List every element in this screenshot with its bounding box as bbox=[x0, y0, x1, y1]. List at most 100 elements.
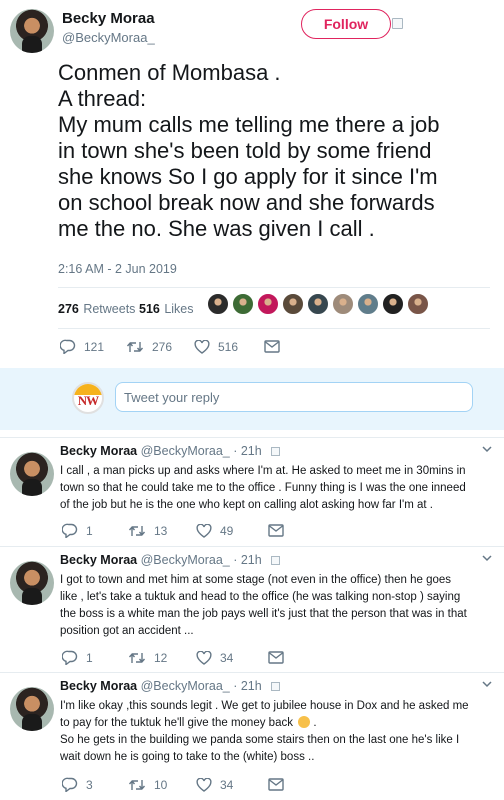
reply-text-line: I call , a man picks up and asks where I… bbox=[60, 465, 466, 477]
liker-avatar[interactable] bbox=[232, 293, 254, 315]
avatar[interactable] bbox=[10, 687, 54, 731]
envelope-icon bbox=[268, 651, 284, 664]
liker-avatar[interactable] bbox=[407, 293, 429, 315]
author-handle[interactable]: @BeckyMoraa_ bbox=[62, 30, 155, 45]
liker-avatar[interactable] bbox=[282, 293, 304, 315]
chevron-down-icon[interactable] bbox=[482, 555, 492, 562]
tweet-text-line: in town she's been told by some friend bbox=[58, 138, 432, 163]
divider bbox=[58, 287, 490, 288]
avatar[interactable] bbox=[10, 452, 54, 496]
envelope-icon bbox=[264, 340, 280, 353]
reply-text-line: I'm like okay ,this sounds legit . We ge… bbox=[60, 700, 469, 712]
reply-text-line: So he gets in the building we panda some… bbox=[60, 734, 460, 746]
retweet-count: 13 bbox=[154, 523, 168, 538]
reply-actions: 3 10 34 bbox=[62, 777, 284, 792]
likes-label: Likes bbox=[164, 302, 194, 316]
likes-count: 516 bbox=[139, 302, 160, 316]
liker-avatar[interactable] bbox=[307, 293, 329, 315]
like-action[interactable]: 34 bbox=[196, 777, 268, 792]
reply-header: Becky Moraa @BeckyMoraa_ · 21h bbox=[60, 679, 281, 693]
tweet-text-line: Conmen of Mombasa . bbox=[58, 60, 281, 85]
message-action[interactable] bbox=[268, 651, 284, 664]
reply-text-line: town so that he could take me to the off… bbox=[60, 482, 466, 494]
reply-text-segment: . bbox=[310, 717, 317, 729]
reply-icon bbox=[62, 650, 78, 665]
retweet-action[interactable]: 276 bbox=[126, 340, 194, 354]
tweet-text-line: she knows So I go apply for it since I'm bbox=[58, 164, 438, 189]
reply-action[interactable]: 1 bbox=[62, 523, 128, 538]
envelope-icon bbox=[268, 524, 284, 537]
reply-author-handle[interactable]: @BeckyMoraa_ bbox=[141, 679, 230, 693]
retweet-count: 10 bbox=[154, 777, 168, 792]
reply-action[interactable]: 121 bbox=[60, 339, 126, 354]
reply-composer: NW Tweet your reply bbox=[0, 368, 504, 430]
chevron-down-icon[interactable] bbox=[482, 446, 492, 453]
chevron-down-icon[interactable] bbox=[482, 681, 492, 688]
retweet-action[interactable]: 13 bbox=[128, 524, 196, 538]
reply-icon bbox=[62, 777, 78, 792]
reply-header: Becky Moraa @BeckyMoraa_ · 21h bbox=[60, 553, 281, 567]
reply-text: I'm like okay ,this sounds legit . We ge… bbox=[60, 698, 492, 766]
heart-icon bbox=[196, 523, 212, 538]
likes-stat[interactable]: 516 Likes bbox=[139, 300, 194, 318]
thread-reply[interactable]: Becky Moraa @BeckyMoraa_ · 21h I call , … bbox=[0, 438, 504, 547]
reply-author-name[interactable]: Becky Moraa bbox=[60, 553, 137, 567]
heart-icon bbox=[194, 339, 210, 354]
reply-count: 1 bbox=[86, 523, 93, 538]
logo-text: NW bbox=[77, 393, 99, 408]
reply-text: I call , a man picks up and asks where I… bbox=[60, 463, 492, 514]
avatar[interactable] bbox=[10, 9, 54, 53]
reply-author-handle[interactable]: @BeckyMoraa_ bbox=[141, 444, 230, 458]
heart-icon bbox=[196, 777, 212, 792]
retweet-icon bbox=[128, 652, 146, 663]
retweet-action[interactable]: 12 bbox=[128, 651, 196, 665]
more-options-icon[interactable] bbox=[392, 18, 403, 29]
reply-author-handle[interactable]: @BeckyMoraa_ bbox=[141, 553, 230, 567]
thread-reply[interactable]: Becky Moraa @BeckyMoraa_ · 21h I got to … bbox=[0, 547, 504, 672]
heart-icon bbox=[196, 650, 212, 665]
translate-icon bbox=[271, 447, 281, 456]
retweet-count: 12 bbox=[154, 650, 168, 665]
tweet-text: Conmen of Mombasa . A thread: My mum cal… bbox=[58, 60, 498, 242]
follow-button[interactable]: Follow bbox=[301, 9, 391, 39]
reply-time[interactable]: · 21h bbox=[233, 444, 262, 458]
reply-action[interactable]: 1 bbox=[62, 650, 128, 665]
retweet-count: 276 bbox=[152, 339, 173, 354]
liker-avatar[interactable] bbox=[257, 293, 279, 315]
reply-text-line: the boss is a white man the job pays wel… bbox=[60, 608, 467, 620]
reply-author-name[interactable]: Becky Moraa bbox=[60, 679, 137, 693]
tweet-timestamp[interactable]: 2:16 AM - 2 Jun 2019 bbox=[58, 262, 177, 276]
message-action[interactable] bbox=[268, 778, 284, 791]
liker-avatar[interactable] bbox=[357, 293, 379, 315]
liker-avatar[interactable] bbox=[207, 293, 229, 315]
thread-reply[interactable]: Becky Moraa @BeckyMoraa_ · 21h I'm like … bbox=[0, 673, 504, 800]
avatar[interactable] bbox=[10, 561, 54, 605]
liker-avatar[interactable] bbox=[332, 293, 354, 315]
message-action[interactable] bbox=[268, 524, 284, 537]
author-name[interactable]: Becky Moraa bbox=[62, 10, 155, 27]
retweets-stat[interactable]: 276 Retweets bbox=[58, 300, 135, 318]
reply-time[interactable]: · 21h bbox=[233, 679, 262, 693]
reply-count: 121 bbox=[84, 339, 105, 354]
reply-author-name[interactable]: Becky Moraa bbox=[60, 444, 137, 458]
reply-icon bbox=[62, 523, 78, 538]
like-action[interactable]: 516 bbox=[194, 339, 264, 354]
reply-text-segment: to pay for the tuktuk he'll give the mon… bbox=[60, 717, 293, 729]
translate-icon bbox=[271, 556, 281, 565]
like-action[interactable]: 49 bbox=[196, 523, 268, 538]
reply-action[interactable]: 3 bbox=[62, 777, 128, 792]
reply-text-line: like , let's take a tuktuk and head to t… bbox=[60, 591, 461, 603]
reply-time[interactable]: · 21h bbox=[233, 553, 262, 567]
like-action[interactable]: 34 bbox=[196, 650, 268, 665]
reply-count: 1 bbox=[86, 650, 93, 665]
reply-actions: 1 12 34 bbox=[62, 650, 284, 665]
reply-input[interactable]: Tweet your reply bbox=[115, 382, 473, 412]
liker-avatar[interactable] bbox=[382, 293, 404, 315]
user-avatar-logo[interactable]: NW bbox=[72, 382, 104, 414]
message-action[interactable] bbox=[264, 340, 280, 353]
retweet-action[interactable]: 10 bbox=[128, 778, 196, 792]
retweets-count: 276 bbox=[58, 302, 79, 316]
reply-header: Becky Moraa @BeckyMoraa_ · 21h bbox=[60, 444, 281, 458]
retweet-icon bbox=[128, 779, 146, 790]
liker-avatars[interactable] bbox=[207, 293, 432, 317]
